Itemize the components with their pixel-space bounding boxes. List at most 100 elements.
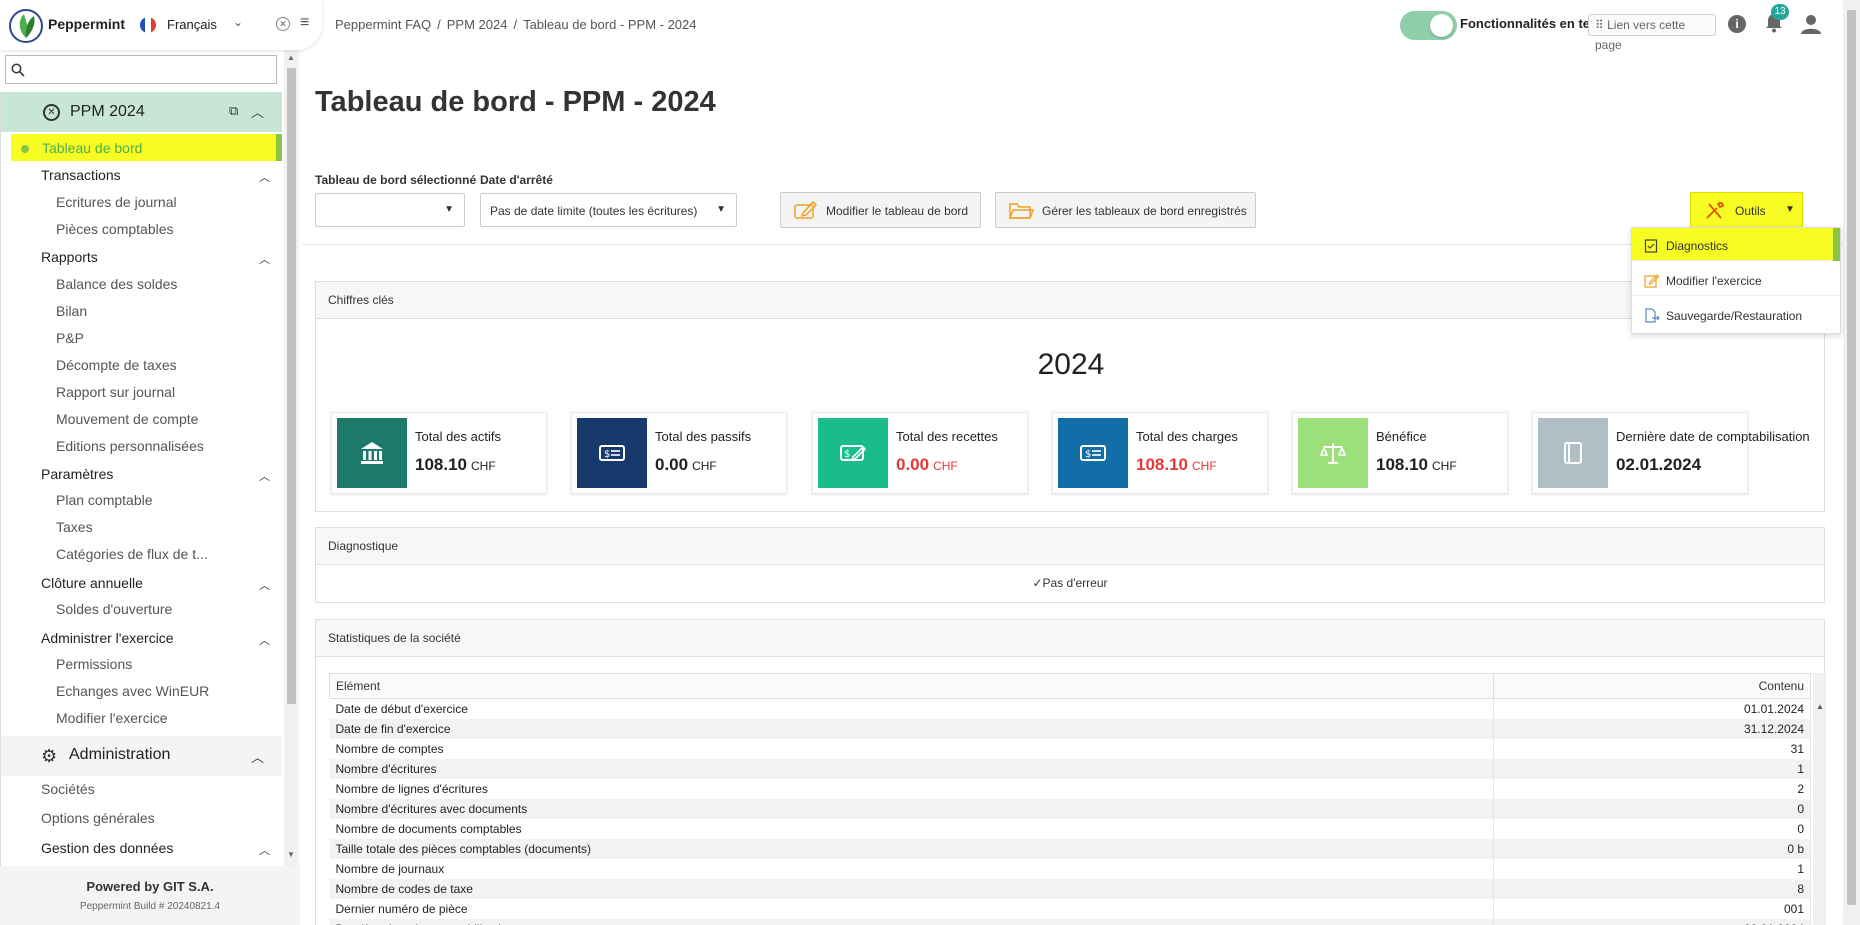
menu-item-backup-restore[interactable]: Sauvegarde/Restauration [1632, 298, 1840, 331]
sidebar-item-flow-categories[interactable]: Catégories de flux de t... [56, 546, 208, 562]
sidebar-scrollbar[interactable]: ▲ ▼ [284, 50, 299, 866]
tools-button[interactable]: Outils ▼ [1690, 192, 1803, 228]
table-row[interactable]: Nombre de documents comptables 0 [329, 818, 1812, 839]
sidebar-item-journal-entries[interactable]: Ecritures de journal [56, 194, 177, 210]
sidebar-item-journal-report[interactable]: Rapport sur journal [56, 384, 175, 400]
table-row[interactable]: Taille totale des pièces comptables (doc… [329, 838, 1812, 859]
sidebar-group-manage-exercise[interactable]: Administrer l'exercice [41, 630, 174, 646]
menu-item-diagnostics[interactable]: Diagnostics [1632, 228, 1840, 261]
stat-element-cell: Date de fin d'exercice [329, 718, 1494, 739]
sidebar-item-dashboard[interactable]: Tableau de bord [11, 134, 282, 161]
table-row[interactable]: Date de fin d'exercice 31.12.2024 [329, 718, 1812, 739]
sidebar-item-bilan[interactable]: Bilan [56, 303, 87, 319]
table-row[interactable]: Nombre d'écritures avec documents 0 [329, 798, 1812, 819]
column-header-content[interactable]: Contenu [1492, 673, 1812, 699]
sidebar-group-data-management[interactable]: Gestion des données [41, 840, 173, 856]
date-select[interactable]: Pas de date limite (toutes les écritures… [480, 193, 737, 227]
dashboard-select-label: Tableau de bord sélectionné [315, 173, 477, 187]
sidebar-item-account-movement[interactable]: Mouvement de compte [56, 411, 198, 427]
dashboard-select[interactable]: ▼ [315, 193, 465, 227]
diagnostics-panel: Diagnostique ✓Pas d'erreur [315, 527, 1825, 603]
chevron-up-icon[interactable]: ︿ [259, 842, 270, 858]
sidebar-item-companies[interactable]: Sociétés [41, 781, 95, 797]
stats-table: Elément Contenu Date de début d'exercice… [329, 673, 1812, 925]
chevron-up-icon[interactable]: ︿ [251, 102, 264, 121]
sidebar-item-general-options[interactable]: Options générales [41, 810, 155, 826]
chevron-up-icon[interactable]: ︿ [259, 632, 270, 648]
table-row[interactable]: Dernière date de comptabilisation02.01.2… [329, 918, 1812, 925]
table-scrollbar[interactable]: ▲ [1813, 673, 1826, 925]
manage-dashboards-button[interactable]: Gérer les tableaux de bord enregistrés [995, 192, 1256, 228]
sidebar-item-opening-balances[interactable]: Soldes d'ouverture [56, 601, 172, 617]
chevron-up-icon[interactable]: ︿ [259, 468, 270, 484]
key-figure-amount: 0.00 CHF [655, 455, 717, 474]
caret-down-icon[interactable]: ▼ [1785, 204, 1795, 215]
sidebar-group-transactions[interactable]: Transactions [41, 167, 121, 183]
key-figure-card: $ Total des passifs 0.00 CHF [571, 412, 787, 494]
sidebar-section-exercise[interactable]: ✕ PPM 2024 ⧉ ︿ [1, 92, 282, 132]
chevron-up-icon[interactable]: ︿ [259, 251, 270, 267]
external-link-icon[interactable]: ⧉ [229, 103, 238, 119]
stat-element-cell: Nombre d'écritures avec documents [329, 798, 1494, 819]
sidebar-search-input[interactable] [5, 55, 277, 84]
table-row[interactable]: Dernier numéro de pièce 001 [329, 898, 1812, 919]
page-scrollbar[interactable] [1843, 0, 1860, 925]
sidebar-item-custom-reports[interactable]: Editions personnalisées [56, 438, 204, 454]
menu-item-edit-exercise[interactable]: Modifier l'exercice [1632, 263, 1840, 296]
column-header-element[interactable]: Elément [329, 673, 1494, 699]
sidebar-section-administration[interactable]: ⚙ Administration ︿ [1, 736, 282, 776]
table-row[interactable]: Nombre de lignes d'écritures 2 [329, 778, 1812, 799]
table-row[interactable]: Nombre d'écritures 1 [329, 758, 1812, 779]
peppermint-logo[interactable] [8, 8, 44, 44]
stat-value-cell: 0 [1493, 798, 1812, 819]
stat-value-cell: 8 [1493, 878, 1812, 899]
edit-dashboard-button[interactable]: Modifier le tableau de bord [780, 192, 981, 228]
chevron-up-icon[interactable]: ︿ [251, 747, 264, 766]
scroll-down-icon[interactable]: ▼ [287, 850, 295, 859]
chevron-up-icon[interactable]: ︿ [259, 169, 270, 185]
table-row[interactable]: Nombre de codes de taxe 8 [329, 878, 1812, 899]
sidebar-item-balance[interactable]: Balance des soldes [56, 276, 177, 292]
sidebar-item-taxes[interactable]: Taxes [56, 519, 93, 535]
page-scrollbar-thumb[interactable] [1847, 10, 1856, 905]
sidebar-item-tax-report[interactable]: Décompte de taxes [56, 357, 177, 373]
sidebar-group-year-closing[interactable]: Clôture annuelle [41, 575, 143, 591]
sidebar-group-settings[interactable]: Paramètres [41, 466, 113, 482]
clipboard-check-icon [1644, 239, 1658, 253]
sidebar-item-pnl[interactable]: P&P [56, 330, 84, 346]
active-indicator [276, 134, 282, 161]
sidebar-group-reports[interactable]: Rapports [41, 249, 98, 265]
edit-icon [1644, 274, 1659, 288]
svg-text:$: $ [844, 449, 850, 460]
beta-features-toggle[interactable] [1400, 11, 1457, 40]
chevron-up-icon[interactable]: ︿ [259, 577, 270, 593]
sidebar-item-permissions[interactable]: Permissions [56, 656, 132, 672]
scroll-up-icon[interactable]: ▲ [287, 53, 295, 62]
user-icon[interactable] [1800, 13, 1822, 35]
sidebar-scrollbar-thumb[interactable] [287, 68, 296, 704]
breadcrumb-item[interactable]: PPM 2024 [447, 17, 508, 32]
page-title: Tableau de bord - PPM - 2024 [315, 86, 716, 118]
stat-value-cell: 001 [1493, 898, 1812, 919]
breadcrumb-item[interactable]: Peppermint FAQ [335, 17, 431, 32]
page-link-button[interactable]: ⠿ Lien vers cette page [1588, 14, 1716, 52]
sidebar-item-chart-of-accounts[interactable]: Plan comptable [56, 492, 153, 508]
language-select[interactable]: Français [167, 17, 217, 32]
sidebar-item-wineur-exchange[interactable]: Echanges avec WinEUR [56, 683, 209, 699]
scroll-up-icon[interactable]: ▲ [1816, 702, 1824, 711]
close-icon[interactable]: ✕ [276, 17, 290, 31]
sidebar-item-edit-exercise[interactable]: Modifier l'exercice [56, 710, 168, 726]
stat-element-cell: Dernier numéro de pièce [329, 898, 1494, 919]
sidebar-header: Peppermint Français ⌄ ✕ ≡ [0, 0, 322, 50]
table-row[interactable]: Date de début d'exercice 01.01.2024 [329, 698, 1812, 719]
info-icon[interactable]: i [1728, 15, 1746, 33]
menu-icon[interactable]: ≡ [300, 14, 309, 32]
caret-down-icon: ▼ [716, 204, 726, 215]
table-row[interactable]: Nombre de journaux 1 [329, 858, 1812, 879]
sidebar-item-documents[interactable]: Pièces comptables [56, 221, 174, 237]
scale-icon [1298, 418, 1368, 488]
beta-features-label: Fonctionnalités en test [1460, 16, 1602, 31]
table-row[interactable]: Nombre de comptes 31 [329, 738, 1812, 759]
close-circle-icon[interactable]: ✕ [43, 104, 60, 121]
chevron-down-icon[interactable]: ⌄ [233, 15, 243, 29]
